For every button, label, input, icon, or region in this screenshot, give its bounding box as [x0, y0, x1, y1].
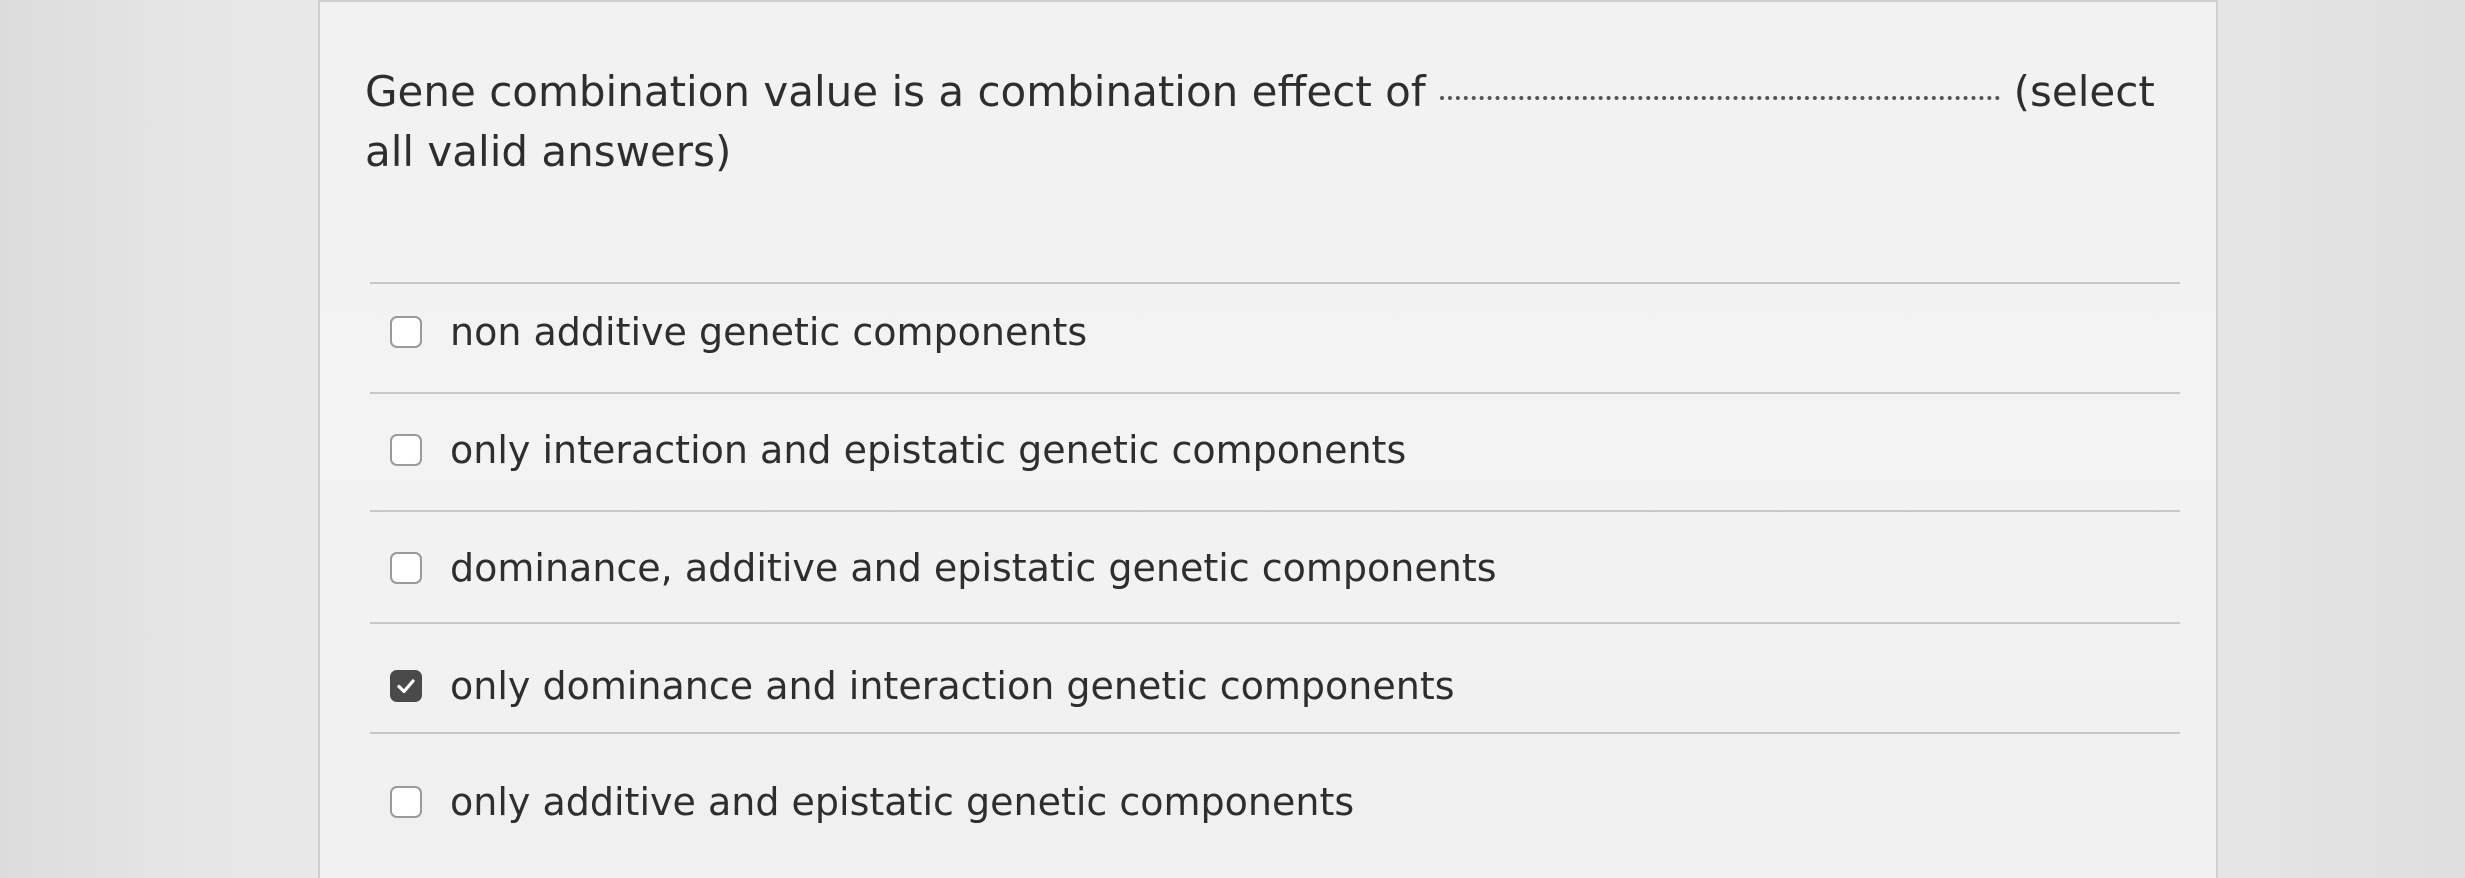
option-1[interactable]: non additive genetic components: [390, 302, 1087, 362]
option-4-checkbox[interactable]: [390, 670, 422, 702]
option-2-checkbox[interactable]: [390, 434, 422, 466]
divider: [370, 510, 2180, 512]
option-5-label: only additive and epistatic genetic comp…: [450, 780, 1355, 824]
question-text: Gene combination value is a combination …: [365, 62, 2205, 182]
option-2-label: only interaction and epistatic genetic c…: [450, 428, 1407, 472]
option-4-label: only dominance and interaction genetic c…: [450, 664, 1455, 708]
divider: [370, 282, 2180, 284]
option-2[interactable]: only interaction and epistatic genetic c…: [390, 420, 1406, 480]
divider: [370, 392, 2180, 394]
option-5[interactable]: only additive and epistatic genetic comp…: [390, 772, 1354, 832]
checkmark-icon: [397, 679, 415, 694]
divider: [370, 622, 2180, 624]
question-stem: Gene combination value is a combination …: [365, 67, 1426, 116]
divider: [370, 732, 2180, 734]
panel-top-border: [320, 0, 2216, 2]
option-3[interactable]: dominance, additive and epistatic geneti…: [390, 538, 1497, 598]
option-5-checkbox[interactable]: [390, 786, 422, 818]
answer-blank: [1439, 96, 2000, 100]
option-1-label: non additive genetic components: [450, 310, 1088, 354]
option-3-label: dominance, additive and epistatic geneti…: [450, 546, 1497, 590]
option-1-checkbox[interactable]: [390, 316, 422, 348]
option-3-checkbox[interactable]: [390, 552, 422, 584]
option-4[interactable]: only dominance and interaction genetic c…: [390, 656, 1455, 716]
question-panel: Gene combination value is a combination …: [318, 0, 2218, 878]
